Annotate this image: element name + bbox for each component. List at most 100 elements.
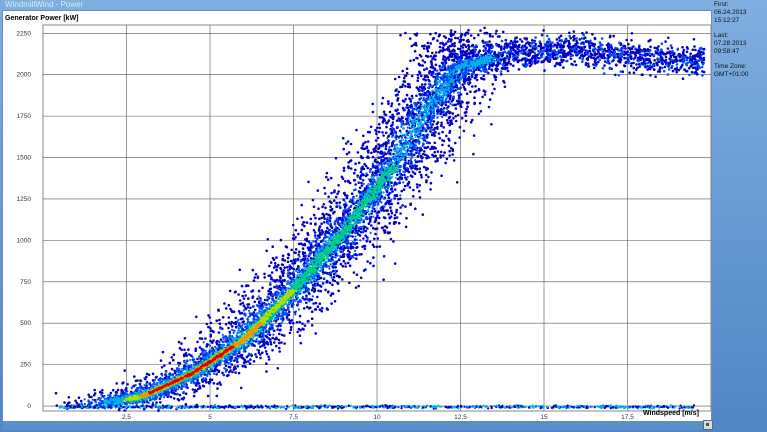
data-point	[409, 165, 412, 168]
data-point	[506, 43, 510, 46]
data-point	[463, 111, 467, 114]
data-point	[415, 183, 419, 186]
data-point	[374, 128, 377, 132]
data-point	[434, 63, 438, 67]
data-point	[449, 29, 453, 32]
data-point	[251, 295, 255, 298]
data-point	[382, 134, 385, 137]
data-point	[339, 262, 343, 266]
data-point	[234, 371, 237, 374]
data-point	[525, 46, 529, 49]
data-point	[669, 54, 673, 58]
data-point	[408, 85, 412, 89]
data-point	[168, 361, 172, 365]
data-point	[509, 39, 513, 43]
data-point	[404, 31, 407, 35]
data-point	[295, 321, 299, 324]
data-point	[436, 72, 440, 76]
data-point	[632, 57, 635, 61]
data-point	[272, 329, 276, 333]
data-point	[387, 142, 390, 145]
data-point	[498, 35, 501, 38]
data-point	[205, 322, 209, 326]
data-point	[545, 48, 549, 51]
data-point	[432, 120, 436, 123]
data-point	[463, 33, 467, 37]
data-point	[326, 308, 330, 311]
scatter-plot[interactable]: 2,5 5 7,5 10 12,5 15 17,5 0 250 500 750 1000 1250 150…	[2, 10, 712, 422]
data-point	[405, 67, 409, 70]
data-point	[342, 259, 346, 263]
data-point	[423, 61, 427, 64]
data-point	[547, 37, 551, 41]
data-point	[272, 278, 275, 282]
data-point	[670, 58, 674, 62]
data-point	[342, 248, 345, 252]
data-point	[642, 48, 646, 51]
data-point	[398, 129, 402, 133]
data-point	[368, 130, 372, 134]
data-point	[568, 31, 571, 35]
data-point	[355, 246, 358, 250]
data-point	[442, 106, 446, 110]
data-point	[302, 307, 306, 310]
data-point	[283, 285, 286, 288]
data-point	[595, 62, 598, 66]
data-point	[318, 308, 322, 312]
data-point	[233, 366, 236, 369]
data-point	[685, 50, 689, 54]
data-point	[378, 245, 382, 248]
data-point	[420, 83, 424, 86]
data-point	[477, 51, 481, 54]
data-point	[612, 59, 615, 62]
data-point	[483, 90, 487, 93]
data-point	[395, 208, 399, 212]
data-point	[603, 64, 606, 67]
data-point	[238, 299, 242, 302]
data-point	[372, 256, 375, 259]
data-point	[632, 61, 635, 65]
data-point	[364, 187, 367, 190]
data-point	[302, 257, 305, 261]
data-point	[481, 95, 484, 99]
data-points	[54, 26, 706, 413]
data-point	[677, 68, 681, 72]
data-point	[334, 156, 338, 160]
data-point	[246, 284, 250, 288]
data-point	[700, 65, 704, 69]
data-point	[649, 64, 652, 67]
data-point	[101, 389, 104, 392]
data-point	[151, 372, 155, 376]
data-point	[207, 325, 210, 329]
data-point	[376, 214, 379, 217]
data-point	[385, 125, 388, 129]
data-point	[640, 73, 644, 76]
data-point	[466, 101, 469, 105]
data-point	[123, 369, 126, 372]
data-point	[139, 379, 142, 382]
data-point	[253, 276, 257, 279]
data-point	[212, 382, 216, 385]
data-point	[425, 179, 428, 182]
data-point	[242, 350, 245, 353]
data-point	[396, 112, 399, 115]
data-point	[427, 83, 430, 86]
data-point	[587, 65, 590, 68]
data-point	[452, 33, 456, 36]
data-point	[390, 144, 394, 148]
data-point	[621, 46, 625, 50]
data-point	[374, 139, 378, 142]
data-point	[239, 386, 243, 390]
data-point	[581, 31, 584, 35]
data-point	[298, 314, 302, 318]
data-point	[563, 49, 566, 53]
data-point	[377, 156, 381, 159]
data-point	[378, 126, 382, 130]
data-point	[461, 46, 465, 49]
data-point	[219, 327, 222, 330]
data-point	[390, 185, 393, 188]
data-point	[447, 144, 451, 148]
data-point	[376, 136, 380, 140]
data-point	[481, 39, 485, 43]
data-point	[490, 63, 494, 67]
